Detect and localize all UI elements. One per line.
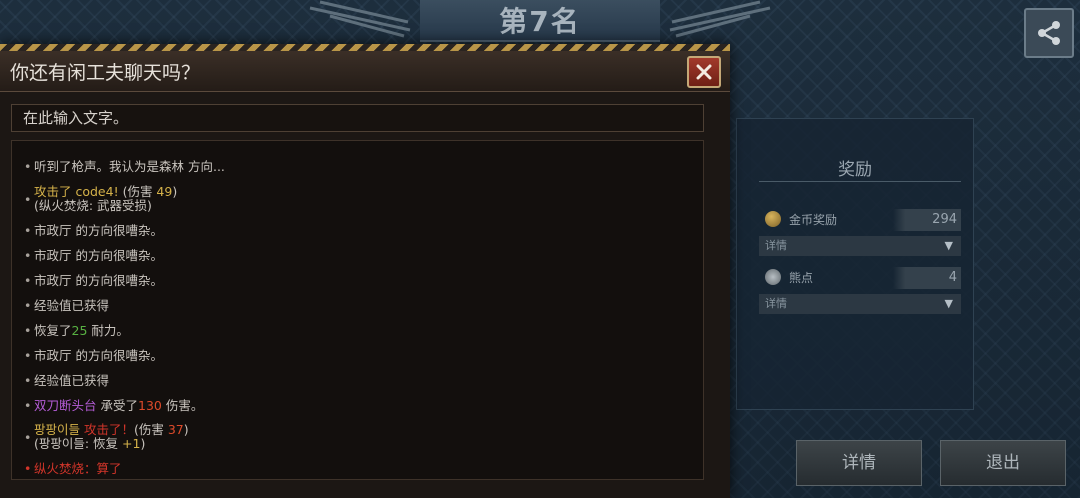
gold-reward-value: 294: [893, 209, 961, 231]
reward-panel: 奖励 金币奖励 294 详情 ▼ 熊点 4 详情 ▼: [736, 118, 974, 410]
chat-message: •攻击了 code4! (伤害 49) (纵火焚烧: 武器受损): [24, 184, 178, 213]
bear-detail-label: 详情: [765, 297, 787, 310]
hazard-stripe-border: [0, 44, 730, 51]
chat-message: • 经验值已获得: [24, 373, 110, 388]
chat-input[interactable]: 在此输入文字。: [11, 104, 704, 132]
bear-icon: [765, 269, 781, 285]
exit-button[interactable]: 退出: [940, 440, 1066, 486]
gold-detail-label: 详情: [765, 239, 787, 252]
close-icon: [696, 64, 712, 80]
chat-message: • 纵火焚烧：算了: [24, 461, 122, 476]
coin-icon: [765, 211, 781, 227]
chat-message-detail: (纵火焚烧: 武器受损): [34, 198, 152, 213]
chat-message: • 恢复了25 耐力。: [24, 323, 129, 338]
gold-reward-row: 金币奖励 294: [759, 209, 961, 231]
close-button[interactable]: [687, 56, 721, 88]
chevron-down-icon: ▼: [944, 297, 953, 310]
share-icon: [1038, 21, 1060, 45]
details-button[interactable]: 详情: [796, 440, 922, 486]
chat-header: 你还有闲工夫聊天吗？: [0, 51, 730, 92]
chat-message: • 听到了枪声。我认为是森林 方向...: [24, 159, 225, 174]
right-wing-ornament: [660, 0, 780, 40]
bear-detail-dropdown[interactable]: 详情 ▼: [759, 294, 961, 314]
gold-detail-dropdown[interactable]: 详情 ▼: [759, 236, 961, 256]
reward-divider: [759, 181, 961, 182]
chat-message: • 双刀断头台 承受了130 伤害。: [24, 398, 204, 413]
rank-title: 第7名: [499, 5, 581, 38]
chat-log[interactable]: • 听到了枪声。我认为是森林 方向... •攻击了 code4! (伤害 49) …: [11, 140, 704, 480]
chat-dialog: 你还有闲工夫聊天吗？ 在此输入文字。 • 听到了枪声。我认为是森林 方向... •…: [0, 44, 730, 498]
bear-point-row: 熊点 4: [759, 267, 961, 289]
share-button[interactable]: [1024, 8, 1074, 58]
chevron-down-icon: ▼: [944, 239, 953, 252]
reward-title: 奖励: [838, 160, 872, 180]
chat-message: •팡팡이들 攻击了！(伤害 37) (팡팡이들: 恢复 +1): [24, 422, 189, 451]
left-wing-ornament: [300, 0, 420, 40]
rank-banner: 第7名: [420, 0, 660, 42]
bear-point-label: 熊点: [789, 271, 814, 285]
chat-title: 你还有闲工夫聊天吗？: [10, 62, 201, 84]
gold-reward-label: 金币奖励: [789, 213, 838, 227]
bear-point-value: 4: [893, 267, 961, 289]
chat-message: • 市政厅 的方向很嘈杂。: [24, 248, 163, 263]
chat-message: • 市政厅 的方向很嘈杂。: [24, 273, 163, 288]
chat-message: • 市政厅 的方向很嘈杂。: [24, 348, 163, 363]
chat-message: • 经验值已获得: [24, 298, 110, 313]
chat-message-detail: (팡팡이들: 恢复 +1): [34, 436, 146, 451]
chat-message: • 市政厅 的方向很嘈杂。: [24, 223, 163, 238]
